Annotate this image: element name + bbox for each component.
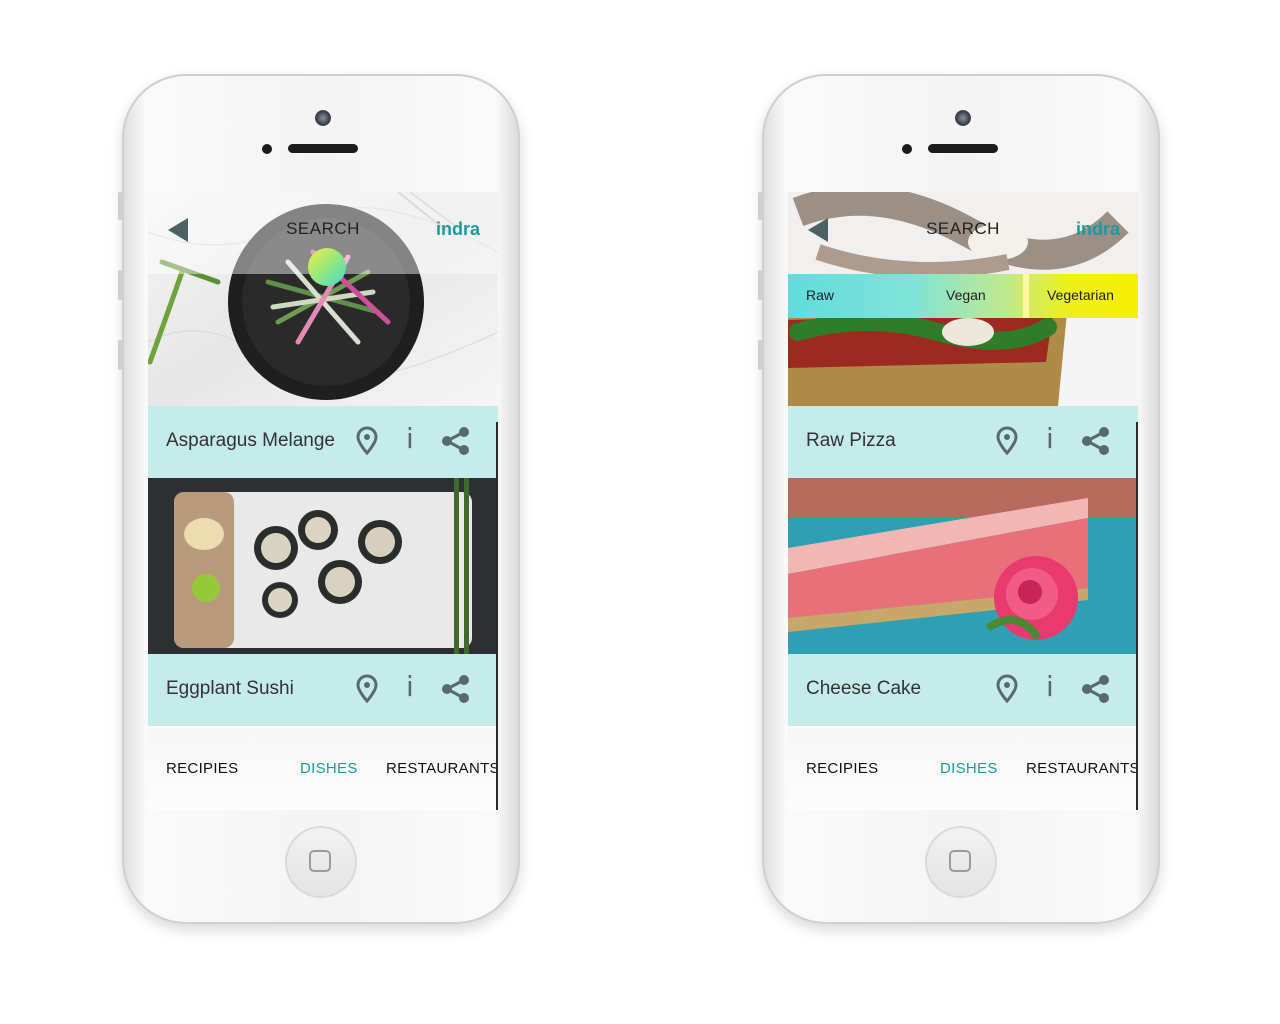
tab-restaurants[interactable]: RESTAURANTS — [386, 760, 498, 777]
list-item[interactable]: Raw Pizza i — [788, 406, 1138, 478]
dish-name: Asparagus Melange — [166, 430, 335, 451]
tab-dishes[interactable]: DISHES — [300, 760, 358, 777]
dish-name: Eggplant Sushi — [166, 678, 294, 699]
proximity-sensor — [262, 144, 272, 154]
share-icon[interactable] — [441, 426, 471, 456]
phone-left: SEARCH indra Asparagus Melange i Eggplan… — [118, 74, 520, 924]
info-icon[interactable]: i — [406, 422, 414, 455]
brand-logo: indra — [1075, 219, 1120, 239]
volume-down-button — [758, 340, 762, 370]
info-icon[interactable]: i — [406, 670, 414, 703]
volume-down-button — [118, 340, 122, 370]
location-pin-icon[interactable] — [356, 674, 378, 704]
volume-up-button — [118, 270, 122, 300]
screen: SEARCH indra Raw Vegan Vegetarian Raw Pi… — [788, 192, 1138, 810]
location-pin-icon[interactable] — [996, 426, 1018, 456]
filter-vegetarian[interactable]: Vegetarian — [1047, 287, 1114, 303]
tab-restaurants[interactable]: RESTAURANTS — [1026, 760, 1138, 777]
list-item[interactable]: Cheese Cake i — [788, 654, 1138, 726]
tab-recipies[interactable]: RECIPIES — [166, 760, 238, 777]
home-button[interactable] — [285, 826, 357, 898]
tab-recipies[interactable]: RECIPIES — [806, 760, 878, 777]
earpiece-speaker — [288, 144, 358, 153]
list-item[interactable]: Eggplant Sushi i — [148, 654, 498, 726]
info-icon[interactable]: i — [1046, 422, 1054, 455]
filter-slider-handle[interactable] — [1022, 274, 1030, 318]
share-icon[interactable] — [441, 674, 471, 704]
info-icon[interactable]: i — [1046, 670, 1054, 703]
filter-raw[interactable]: Raw — [806, 287, 834, 303]
brand-logo: indra — [435, 219, 480, 239]
cheese-cake-image — [788, 478, 1138, 654]
tab-dishes[interactable]: DISHES — [940, 760, 998, 777]
phone-right: SEARCH indra Raw Vegan Vegetarian Raw Pi… — [758, 74, 1160, 924]
bottom-tab-bar: RECIPIES DISHES RESTAURANTS — [788, 728, 1138, 810]
earpiece-speaker — [928, 144, 998, 153]
list-item[interactable]: Asparagus Melange i — [148, 406, 498, 478]
proximity-sensor — [902, 144, 912, 154]
share-icon[interactable] — [1081, 426, 1111, 456]
filter-vegan[interactable]: Vegan — [946, 287, 986, 303]
location-pin-icon[interactable] — [356, 426, 378, 456]
dish-name: Raw Pizza — [806, 430, 896, 451]
front-camera — [955, 110, 971, 126]
eggplant-sushi-image — [148, 478, 498, 654]
eggplant-sushi-photo[interactable] — [148, 478, 498, 654]
dish-name: Cheese Cake — [806, 678, 922, 699]
mute-switch — [118, 192, 122, 220]
diet-filter-slider[interactable]: Raw Vegan Vegetarian — [788, 274, 1138, 318]
screen-edge — [496, 422, 498, 810]
top-bar: SEARCH indra — [788, 192, 1138, 274]
screen-edge — [1136, 422, 1138, 810]
home-button[interactable] — [925, 826, 997, 898]
bottom-tab-bar: RECIPIES DISHES RESTAURANTS — [148, 728, 498, 810]
front-camera — [315, 110, 331, 126]
share-icon[interactable] — [1081, 674, 1111, 704]
home-square-icon — [309, 850, 331, 872]
filter-toggle-handle[interactable] — [308, 248, 346, 286]
cheese-cake-photo[interactable] — [788, 478, 1138, 654]
screen: SEARCH indra Asparagus Melange i Eggplan… — [148, 192, 498, 810]
location-pin-icon[interactable] — [996, 674, 1018, 704]
mute-switch — [758, 192, 762, 220]
volume-up-button — [758, 270, 762, 300]
home-square-icon — [949, 850, 971, 872]
